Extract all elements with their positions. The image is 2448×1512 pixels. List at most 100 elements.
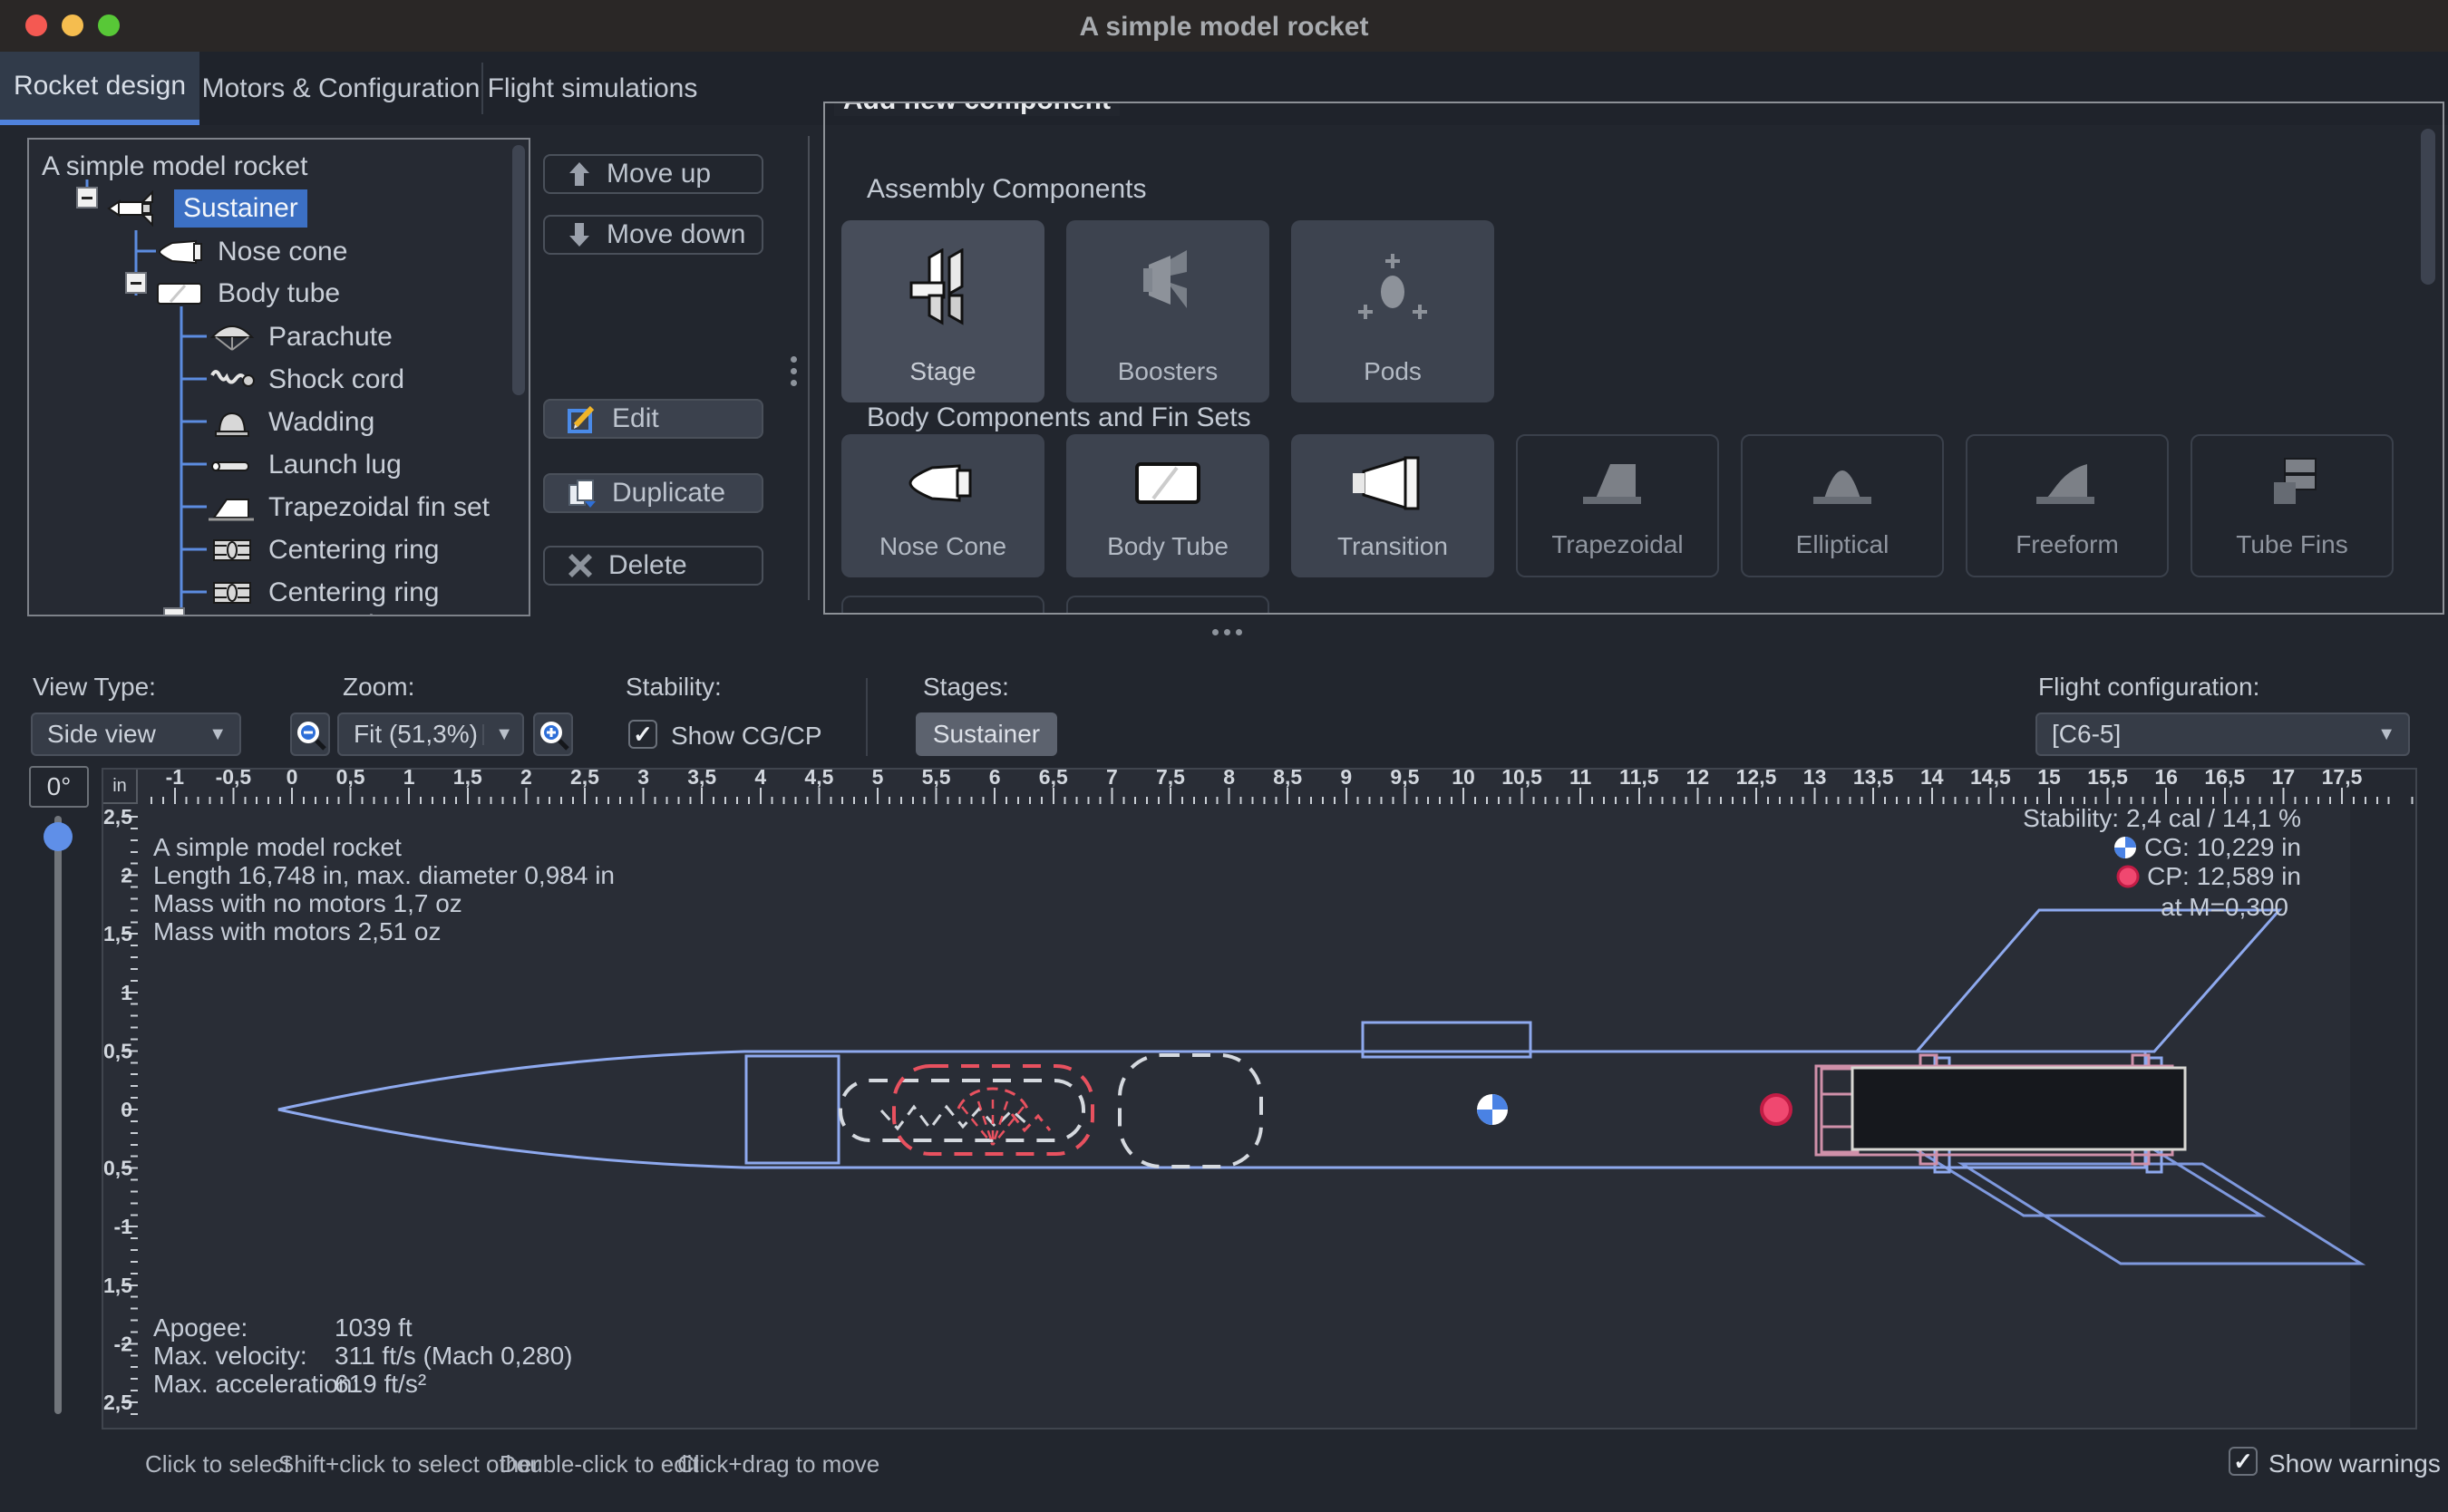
view-type-select[interactable]: Side view ▼ — [31, 712, 241, 756]
show-warnings-checkbox[interactable]: ✓ — [2229, 1447, 2258, 1476]
zoom-out-button[interactable] — [290, 712, 330, 756]
svg-text:4,5: 4,5 — [804, 770, 833, 789]
inner-tube-icon — [207, 612, 257, 617]
tree-item-nose-cone[interactable]: Nose cone — [156, 230, 347, 273]
svg-text:2: 2 — [520, 770, 532, 789]
upper-fin — [1917, 910, 2279, 1052]
horizontal-ruler: -1-0,500,511,522,533,544,555,566,577,588… — [151, 770, 2413, 804]
fin-set-icon — [207, 492, 257, 523]
rocket-figure-canvas[interactable]: -1-0,500,511,522,533,544,555,566,577,588… — [102, 768, 2417, 1430]
stability-readout: Stability:2,4 cal / 14,1 % — [2023, 804, 2301, 833]
max-acceleration-value: 619 ft/s² — [335, 1370, 426, 1399]
max-velocity-label: Max. velocity: — [153, 1342, 307, 1371]
nose-cone-tile-icon — [889, 451, 997, 515]
splitter-handle-icon[interactable] — [1212, 629, 1219, 635]
add-new-component-panel: Add new component Assembly Components St… — [823, 102, 2444, 615]
edit-button[interactable]: Edit — [543, 399, 763, 439]
stages-label: Stages: — [923, 673, 1009, 702]
add-freeform-fin-button[interactable]: Freeform — [1966, 434, 2169, 577]
show-warnings-label: Show warnings — [2268, 1449, 2441, 1478]
tab-motors-configuration[interactable]: Motors & Configuration — [199, 52, 482, 125]
tree-item-body-tube[interactable]: Body tube — [154, 272, 340, 315]
svg-text:13: 13 — [1803, 770, 1827, 789]
svg-text:-1: -1 — [166, 770, 185, 789]
add-panel-scrollbar[interactable] — [2421, 129, 2435, 285]
stage-sustainer-toggle[interactable]: Sustainer — [916, 712, 1057, 756]
body-tube-tile-icon — [1113, 451, 1222, 515]
apogee-label: Apogee: — [153, 1313, 248, 1342]
rocket-info-mass-empty: Mass with no motors 1,7 oz — [153, 889, 462, 917]
zoom-in-button[interactable] — [533, 712, 573, 756]
add-body-tube-button[interactable]: Body Tube — [1066, 434, 1269, 577]
show-cg-cp-checkbox[interactable]: ✓ — [628, 720, 657, 749]
delete-button[interactable]: Delete — [543, 546, 763, 586]
pods-icon — [1343, 248, 1443, 330]
add-boosters-button[interactable]: Boosters — [1066, 220, 1269, 402]
tube-fins-icon — [2238, 451, 2346, 515]
add-stage-button[interactable]: Stage — [841, 220, 1044, 402]
rocket-info-length: Length 16,748 in, max. diameter 0,984 in — [153, 861, 615, 889]
cg-readout: CG:10,229 in — [2113, 833, 2301, 862]
add-transition-button[interactable]: Transition — [1291, 434, 1494, 577]
motor-c6-5 — [1852, 1068, 2185, 1149]
move-down-button[interactable]: Move down — [543, 215, 763, 255]
flight-configuration-select[interactable]: [C6-5] ▼ — [2035, 712, 2410, 756]
hint-double-click: Double-click to edit — [500, 1450, 699, 1478]
tree-root[interactable]: A simple model rocket — [42, 145, 307, 188]
svg-text:10: 10 — [1452, 770, 1475, 789]
cp-legend-icon — [2116, 865, 2140, 888]
zoom-in-icon — [537, 718, 569, 751]
duplicate-button[interactable]: Duplicate — [543, 473, 763, 513]
clipped-tile — [841, 596, 1044, 615]
tab-flight-simulations[interactable]: Flight simulations — [482, 52, 703, 125]
tree-item-launch-lug[interactable]: Launch lug — [207, 443, 402, 486]
add-elliptical-fin-button[interactable]: Elliptical — [1741, 434, 1944, 577]
tab-rocket-design[interactable]: Rocket design — [0, 52, 199, 125]
svg-text:14: 14 — [1920, 770, 1944, 789]
splitter-handle-icon[interactable] — [791, 368, 797, 374]
tree-item-parachute[interactable]: Parachute — [207, 315, 393, 358]
add-pods-button[interactable]: Pods — [1291, 220, 1494, 402]
collapse-inner-tube-icon[interactable] — [163, 607, 185, 616]
move-up-button[interactable]: Move up — [543, 154, 763, 194]
component-tree-panel: A simple model rocket Sustainer Nose con… — [27, 138, 530, 616]
apogee-value: 1039 ft — [335, 1313, 413, 1342]
tree-item-wadding[interactable]: Wadding — [207, 401, 374, 443]
svg-text:-1: -1 — [114, 1215, 133, 1238]
max-velocity-value: 311 ft/s (Mach 0,280) — [335, 1342, 573, 1371]
tree-item-trapezoidal-fin-set[interactable]: Trapezoidal fin set — [207, 486, 490, 528]
nose-cone-icon — [156, 237, 207, 267]
add-tube-fins-button[interactable]: Tube Fins — [2191, 434, 2394, 577]
toolbar-divider — [866, 678, 868, 756]
collapse-body-tube-icon[interactable] — [125, 272, 147, 294]
svg-text:1,5: 1,5 — [453, 770, 482, 789]
tree-item-inner-tube[interactable]: Inner Tube — [207, 604, 398, 616]
rotation-slider[interactable] — [54, 816, 62, 1414]
openrocket-window: A simple model rocket Rocket design Moto… — [0, 0, 2448, 1512]
svg-text:-0,5: -0,5 — [216, 770, 252, 789]
tree-item-shock-cord[interactable]: Shock cord — [207, 358, 404, 401]
splitter-handle-icon[interactable] — [1224, 629, 1230, 635]
panel-divider — [808, 136, 810, 600]
boosters-icon — [1118, 248, 1218, 330]
ruler-unit-label: in — [103, 770, 138, 804]
zoom-select[interactable]: Fit (51,3%) ▼ — [337, 712, 524, 756]
svg-text:-2,5: -2,5 — [103, 1391, 132, 1414]
splitter-handle-icon[interactable] — [1236, 629, 1242, 635]
svg-text:3,5: 3,5 — [687, 770, 716, 789]
stage-icon — [893, 248, 993, 330]
tree-item-centering-ring-1[interactable]: Centering ring — [207, 528, 439, 571]
rotation-slider-knob[interactable] — [44, 822, 73, 851]
add-panel-legend: Add new component — [834, 102, 1120, 116]
hint-click-drag: Click+drag to move — [677, 1450, 879, 1478]
add-trapezoidal-fin-button[interactable]: Trapezoidal — [1516, 434, 1719, 577]
mach-note: at M=0,300 — [2161, 893, 2288, 922]
collapse-sustainer-icon[interactable] — [76, 187, 98, 208]
add-nose-cone-button[interactable]: Nose Cone — [841, 434, 1044, 577]
tree-scrollbar[interactable] — [512, 145, 525, 395]
splitter-handle-icon[interactable] — [791, 380, 797, 386]
svg-text:0: 0 — [121, 1098, 132, 1121]
svg-text:17,5: 17,5 — [2322, 770, 2363, 789]
splitter-handle-icon[interactable] — [791, 356, 797, 363]
tree-item-sustainer[interactable]: Sustainer — [105, 187, 307, 229]
